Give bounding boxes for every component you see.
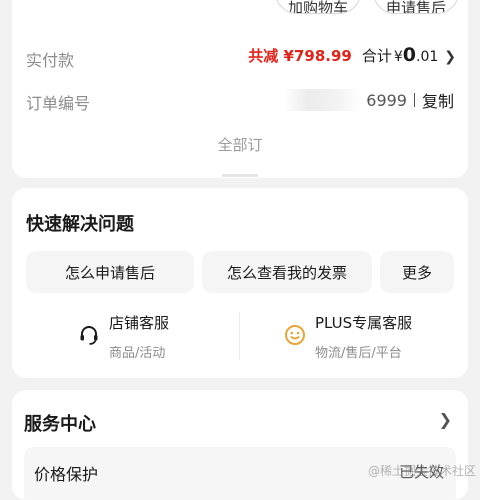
plus-service-title: PLUS专属客服 bbox=[315, 314, 413, 332]
plus-service-button[interactable]: PLUS专属客服 物流/售后/平台 bbox=[284, 312, 454, 364]
order-number-value: 6999 bbox=[366, 90, 407, 110]
order-number-row: 6999 复制 bbox=[284, 88, 454, 112]
watermark: @稀土掘金技术社区 bbox=[367, 464, 476, 478]
faq-chip-invoice[interactable]: 怎么查看我的发票 bbox=[202, 251, 372, 293]
chevron-right-icon: ❯ bbox=[444, 49, 456, 65]
service-center-card: 服务中心 ❯ 价格保护 已失效 bbox=[12, 390, 468, 500]
order-number-label: 订单编号 bbox=[26, 94, 91, 113]
price-protection-label: 价格保护 bbox=[34, 465, 99, 484]
order-info-card: 加购物车 申请售后 实付款 共减 ¥798.99 合计 ¥ 0 .01 ❯ 订单… bbox=[12, 0, 468, 178]
total-integer: 0 bbox=[402, 44, 416, 66]
total-label: 合计 bbox=[361, 47, 392, 65]
store-service-title: 店铺客服 bbox=[109, 314, 170, 332]
faq-chip-more[interactable]: 更多 bbox=[380, 251, 454, 293]
paid-amount-detail[interactable]: 共减 ¥798.99 合计 ¥ 0 .01 ❯ bbox=[248, 44, 456, 66]
store-service-subtitle: 商品/活动 bbox=[109, 346, 166, 361]
order-number-mask bbox=[284, 89, 363, 111]
all-orders-link[interactable]: 全部订 bbox=[12, 134, 468, 174]
paid-amount-label: 实付款 bbox=[26, 51, 75, 70]
currency-symbol: ¥ bbox=[393, 49, 403, 65]
section-title: 快速解决问题 bbox=[26, 214, 134, 235]
chevron-right-icon[interactable]: ❯ bbox=[439, 410, 452, 429]
quick-solve-card: 快速解决问题 怎么申请售后 怎么查看我的发票 更多 店铺客服 商品/活动 PLU… bbox=[12, 188, 468, 378]
copy-button[interactable]: 复制 bbox=[422, 88, 454, 112]
scroll-indicator bbox=[222, 174, 258, 177]
smile-icon bbox=[284, 324, 306, 346]
headset-icon bbox=[78, 324, 100, 346]
plus-service-subtitle: 物流/售后/平台 bbox=[315, 346, 402, 361]
apply-aftersale-button[interactable]: 申请售后 bbox=[373, 0, 459, 14]
divider bbox=[413, 93, 415, 107]
section-title: 服务中心 bbox=[24, 414, 96, 435]
store-service-button[interactable]: 店铺客服 商品/活动 bbox=[78, 312, 218, 364]
add-to-cart-button[interactable]: 加购物车 bbox=[275, 0, 361, 14]
discount-amount: 共减 ¥798.99 bbox=[248, 47, 352, 65]
divider bbox=[239, 312, 240, 360]
total-decimal: .01 bbox=[416, 49, 439, 65]
faq-chip-aftersale[interactable]: 怎么申请售后 bbox=[26, 251, 194, 293]
